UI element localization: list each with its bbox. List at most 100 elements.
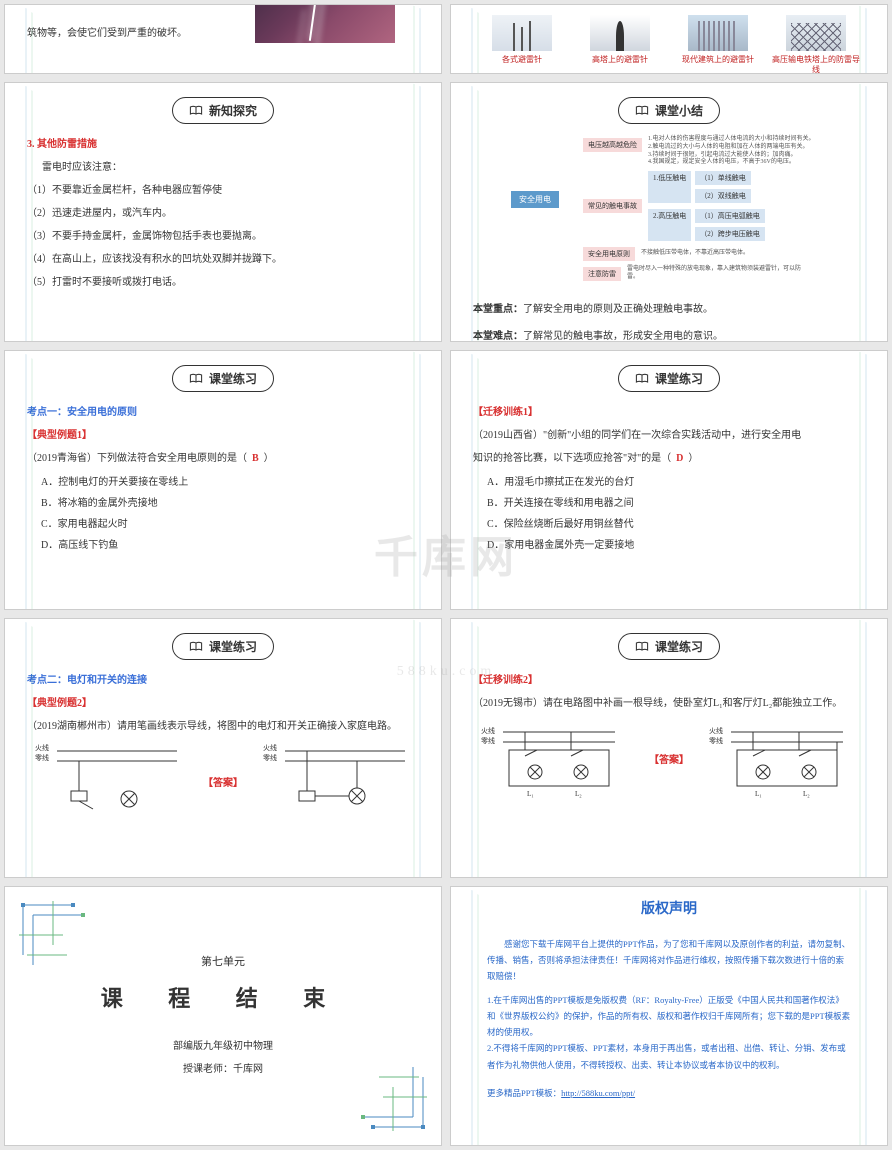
book-icon: [189, 641, 203, 652]
slide3-item: （3）不要手持金属杆，金属饰物包括手表也要抛离。: [27, 228, 419, 245]
slide-grid: 筑物等，会使它们受到严重的破坏。 各式避雷针 高塔上的避雷针 现代建筑上的避雷针…: [0, 0, 892, 1150]
stem-line1: （2019山西省）"创新"小组的同学们在一次综合实践活动中，进行安全用电: [473, 427, 865, 444]
tower-item: 各式避雷针: [477, 15, 567, 74]
circuit-answer: 火线零线: [267, 743, 407, 819]
lightning-image: [255, 4, 395, 43]
mind-notes: 1.电对人体的伤害程度与通过人体电流的大小和持续时间有关。2.触电流过的大小与人…: [648, 136, 815, 167]
option-c: C．家用电器起火时: [41, 515, 419, 530]
mind-branch-d: 注意防雷: [583, 267, 621, 281]
slide3-item: （5）打雷时不要接听或拨打电话。: [27, 274, 419, 291]
header-label: 新知探究: [209, 102, 257, 119]
slide-7: 课堂练习 考点二：电灯和开关的连接 【典型例题2】 （2019湖南郴州市）请用笔…: [4, 618, 442, 878]
header-label: 课堂练习: [209, 638, 257, 655]
answer-label: 【答案】: [203, 774, 243, 789]
copyright-p3: 2.不得将千库网的PPT模板、PPT素材，本身用于再出售，或者出租、出借、转让、…: [487, 1040, 851, 1072]
unit-label: 第七单元: [201, 953, 245, 969]
slide-4: 课堂小结 安全用电 电压越高越危险 1.电对人体的伤害程度与通过人体电流的大小和…: [450, 82, 888, 342]
kaodian-1: 考点一：安全用电的原则: [27, 404, 419, 421]
copyright-title: 版权声明: [487, 897, 851, 924]
option-b: B．将冰箱的金属外壳接地: [41, 494, 419, 509]
circuit-question: 火线零线 L₁ L₂: [485, 720, 625, 796]
circuit-row: 火线零线 L₁ L₂ 【答案】 火线零线 L₁ L₂: [473, 720, 865, 796]
tower-image: [492, 15, 552, 51]
slide-8: 课堂练习 【迁移训练2】 （2019无锡市）请在电路图中补画一根导线，使卧室灯L…: [450, 618, 888, 878]
tower-image: [590, 15, 650, 51]
header-label: 课堂练习: [655, 638, 703, 655]
stem-line2: 知识的抢答比赛，以下选项应抢答"对"的是（ D ）: [473, 450, 865, 467]
book-icon: [635, 641, 649, 652]
slide3-title: 3. 其他防雷措施: [27, 136, 419, 153]
stem: （2019青海省）下列做法符合安全用电原则的是（ B ）: [27, 450, 419, 467]
slide-9: 第七单元 课 程 结 束 部编版九年级初中物理 授课老师：千库网: [4, 886, 442, 1146]
tower-row: 各式避雷针 高塔上的避雷针 现代建筑上的避雷针 高压输电铁塔上的防雷导线: [473, 15, 865, 74]
book-icon: [189, 373, 203, 384]
mind-branch-a: 电压越高越危险: [583, 138, 642, 152]
corner-deco-icon: [293, 997, 433, 1137]
mind-map: 电压越高越危险 1.电对人体的伤害程度与通过人体电流的大小和持续时间有关。2.触…: [583, 136, 865, 283]
slide-5: 课堂练习 考点一：安全用电的原则 【典型例题1】 （2019青海省）下列做法符合…: [4, 350, 442, 610]
slide-1: 筑物等，会使它们受到严重的破坏。: [4, 4, 442, 74]
liti-1: 【典型例题1】: [27, 427, 419, 444]
answer-label: 【答案】: [649, 751, 689, 766]
header-label: 课堂小结: [655, 102, 703, 119]
header-label: 课堂练习: [209, 370, 257, 387]
tower-item: 高压输电铁塔上的防雷导线: [771, 15, 861, 74]
tower-image: [688, 15, 748, 51]
section-header: 课堂练习: [618, 633, 720, 660]
tower-caption: 高塔上的避雷针: [575, 55, 665, 65]
option-d: D．家用电器金属外壳一定要接地: [487, 536, 865, 551]
tower-caption: 高压输电铁塔上的防雷导线: [771, 55, 861, 74]
slide-6: 课堂练习 【迁移训练1】 （2019山西省）"创新"小组的同学们在一次综合实践活…: [450, 350, 888, 610]
option-d: D．高压线下钓鱼: [41, 536, 419, 551]
option-a: A．控制电灯的开关要接在零线上: [41, 473, 419, 488]
end-sub2: 授课老师：千库网: [183, 1060, 263, 1075]
tower-item: 高塔上的避雷针: [575, 15, 665, 74]
slide-10: 版权声明 感谢您下载千库网平台上提供的PPT作品，为了您和千库网以及原创作者的利…: [450, 886, 888, 1146]
book-icon: [189, 105, 203, 116]
watermark-sub: 588ku.com: [397, 664, 496, 680]
copyright-p2: 1.在千库网出售的PPT模板是免版权费（RF：Royalty-Free）正版受《…: [487, 992, 851, 1040]
section-header: 课堂练习: [618, 365, 720, 392]
circuit-answer: 火线零线 L₁ L₂: [713, 720, 853, 796]
ppt-url-link[interactable]: http://588ku.com/ppt/: [561, 1088, 635, 1098]
liti-2: 【典型例题2】: [27, 695, 419, 712]
tower-image: [786, 15, 846, 51]
slide3-item: （4）在高山上，应该找没有积水的凹坑处双脚并拢蹲下。: [27, 251, 419, 268]
slide3-item: （1）不要靠近金属栏杆，各种电器应暂停使: [27, 182, 419, 199]
slide-3: 新知探究 3. 其他防雷措施 雷电时应该注意： （1）不要靠近金属栏杆，各种电器…: [4, 82, 442, 342]
copyright-footer: 更多精品PPT模板：http://588ku.com/ppt/: [487, 1085, 851, 1101]
section-header: 课堂练习: [172, 365, 274, 392]
tower-caption: 各式避雷针: [477, 55, 567, 65]
end-sub1: 部编版九年级初中物理: [173, 1037, 273, 1052]
qianyi-1: 【迁移训练1】: [473, 404, 865, 421]
mind-branch-b: 常见的触电事故: [583, 199, 642, 213]
qianyi-2: 【迁移训练2】: [473, 672, 865, 689]
circuit-row: 火线零线 【答案】 火线零线: [27, 743, 419, 819]
stem: （2019湖南郴州市）请用笔画线表示导线，将图中的电灯和开关正确接入家庭电路。: [27, 718, 419, 735]
option-a: A．用湿毛巾擦拭正在发光的台灯: [487, 473, 865, 488]
tower-item: 现代建筑上的避雷针: [673, 15, 763, 74]
option-b: B．开关连接在零线和用电器之间: [487, 494, 865, 509]
option-c: C．保险丝烧断后最好用铜丝替代: [487, 515, 865, 530]
section-header: 课堂小结: [618, 97, 720, 124]
slide3-sub: 雷电时应该注意：: [27, 159, 419, 176]
stem: （2019无锡市）请在电路图中补画一根导线，使卧室灯L₁和客厅灯L₂都能独立工作…: [473, 695, 865, 712]
key-point: 本堂重点：了解安全用电的原则及正确处理触电事故。: [473, 301, 865, 318]
diff-point: 本堂难点：了解常见的触电事故，形成安全用电的意识。: [473, 328, 865, 342]
kaodian-2: 考点二：电灯和开关的连接: [27, 672, 419, 689]
corner-deco-icon: [13, 895, 153, 1035]
copyright-p1: 感谢您下载千库网平台上提供的PPT作品，为了您和千库网以及原创作者的利益，请勿复…: [487, 936, 851, 984]
slide-2: 各式避雷针 高塔上的避雷针 现代建筑上的避雷针 高压输电铁塔上的防雷导线: [450, 4, 888, 74]
book-icon: [635, 105, 649, 116]
mind-root: 安全用电: [511, 191, 559, 208]
section-header: 新知探究: [172, 97, 274, 124]
circuit-question: 火线零线: [39, 743, 179, 819]
header-label: 课堂练习: [655, 370, 703, 387]
book-icon: [635, 373, 649, 384]
copyright-block: 版权声明 感谢您下载千库网平台上提供的PPT作品，为了您和千库网以及原创作者的利…: [451, 887, 887, 1111]
mind-branch-c: 安全用电原则: [583, 247, 635, 261]
answer-d: D: [676, 453, 683, 464]
slide3-item: （2）迅速走进屋内，或汽车内。: [27, 205, 419, 222]
section-header: 课堂练习: [172, 633, 274, 660]
tower-caption: 现代建筑上的避雷针: [673, 55, 763, 65]
